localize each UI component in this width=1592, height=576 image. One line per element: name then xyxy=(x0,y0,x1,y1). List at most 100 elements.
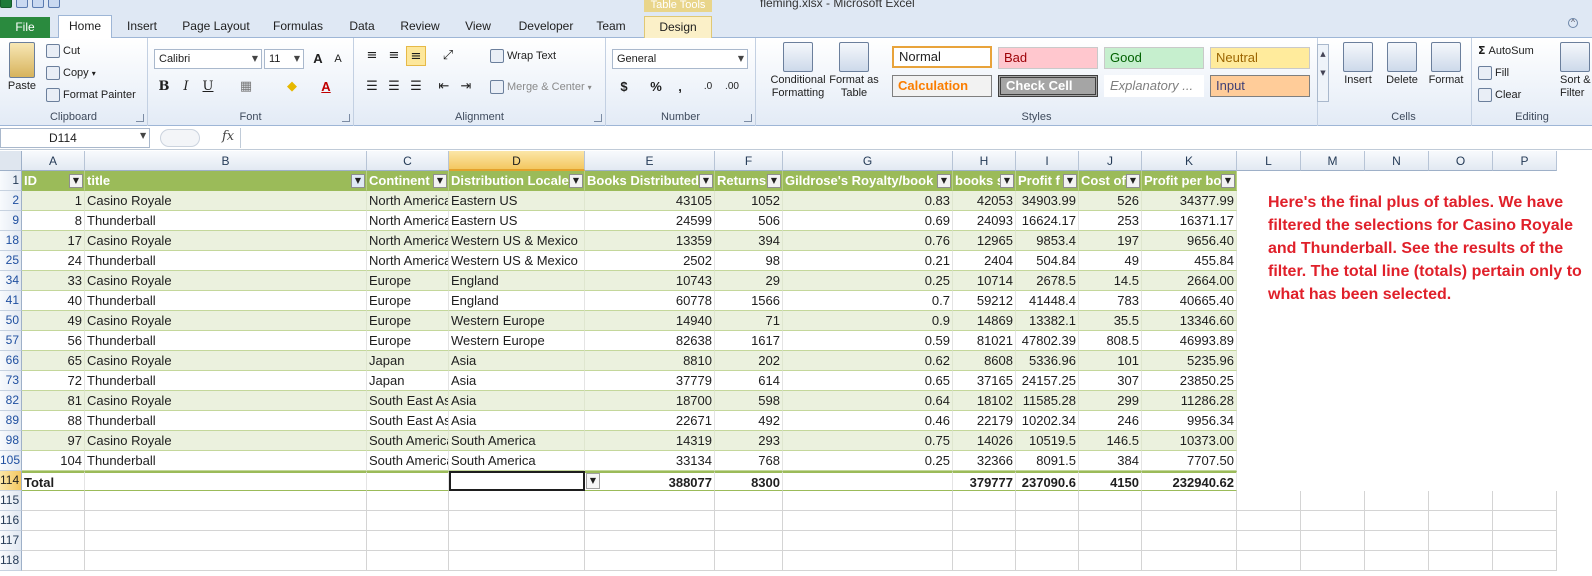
row-header[interactable]: 25 xyxy=(0,251,22,271)
cell-i[interactable]: 47802.39 xyxy=(1016,331,1079,351)
cell-a[interactable]: 65 xyxy=(22,351,85,371)
cell-k[interactable]: 2664.00 xyxy=(1142,271,1237,291)
cell-g[interactable]: 0.75 xyxy=(783,431,953,451)
cell-g[interactable]: 0.7 xyxy=(783,291,953,311)
cell-e[interactable]: 388077 xyxy=(585,471,715,491)
clear-button[interactable]: Clear xyxy=(1478,88,1521,102)
cell-i[interactable]: Profit f ▼ xyxy=(1016,171,1079,191)
cell-k[interactable]: 7707.50 xyxy=(1142,451,1237,471)
cell-b[interactable]: Thunderball xyxy=(85,371,367,391)
cell-a[interactable] xyxy=(22,531,85,551)
row-header[interactable]: 66 xyxy=(0,351,22,371)
cell-f[interactable] xyxy=(715,491,783,511)
cell-c[interactable]: Japan xyxy=(367,371,449,391)
cell-i[interactable]: 10519.5 xyxy=(1016,431,1079,451)
cell-c[interactable]: North America xyxy=(367,191,449,211)
cell-h[interactable]: 81021 xyxy=(953,331,1016,351)
align-center-icon[interactable]: ☰ xyxy=(384,77,404,97)
cell-h[interactable] xyxy=(953,531,1016,551)
style-check-cell[interactable]: Check Cell xyxy=(998,75,1098,97)
cell-f[interactable]: 1052 xyxy=(715,191,783,211)
cell-a[interactable]: 56 xyxy=(22,331,85,351)
cell-g[interactable]: 0.25 xyxy=(783,451,953,471)
cell-g[interactable]: 0.69 xyxy=(783,211,953,231)
cell-h[interactable]: books s ▼ xyxy=(953,171,1016,191)
cell-e[interactable]: 82638 xyxy=(585,331,715,351)
formula-input[interactable] xyxy=(240,128,1592,148)
cell-f[interactable]: 29 xyxy=(715,271,783,291)
cell-d[interactable] xyxy=(449,491,585,511)
cell-e[interactable]: 2502 xyxy=(585,251,715,271)
row-header[interactable]: 18 xyxy=(0,231,22,251)
shrink-font-button[interactable]: A xyxy=(328,49,348,69)
cell-k[interactable]: 9656.40 xyxy=(1142,231,1237,251)
cell-d[interactable]: Asia xyxy=(449,371,585,391)
cell-o[interactable] xyxy=(1429,551,1493,571)
cell-b[interactable]: Casino Royale xyxy=(85,431,367,451)
save-icon[interactable] xyxy=(16,0,28,8)
cell-i[interactable]: 8091.5 xyxy=(1016,451,1079,471)
format-as-table-button[interactable]: Format as Table xyxy=(828,42,880,100)
cell-j[interactable] xyxy=(1079,551,1142,571)
row-header[interactable]: 73 xyxy=(0,371,22,391)
cell-l[interactable] xyxy=(1237,511,1301,531)
align-left-icon[interactable]: ☰ xyxy=(362,77,382,97)
row-header[interactable]: 34 xyxy=(0,271,22,291)
cell-k[interactable]: 34377.99 xyxy=(1142,191,1237,211)
cell-b[interactable]: Casino Royale xyxy=(85,351,367,371)
column-header-p[interactable]: P xyxy=(1493,151,1557,171)
cell-k[interactable] xyxy=(1142,511,1237,531)
cell-d[interactable]: England xyxy=(449,291,585,311)
cell-a[interactable] xyxy=(22,491,85,511)
cell-p[interactable] xyxy=(1493,531,1557,551)
cell-j[interactable]: 299 xyxy=(1079,391,1142,411)
cell-j[interactable]: 101 xyxy=(1079,351,1142,371)
cell-f[interactable]: 202 xyxy=(715,351,783,371)
filter-dropdown-icon[interactable]: ▼ xyxy=(1126,174,1140,188)
tab-review[interactable]: Review xyxy=(398,16,442,38)
cell-f[interactable]: 98 xyxy=(715,251,783,271)
cell-k[interactable]: 23850.25 xyxy=(1142,371,1237,391)
cell-c[interactable] xyxy=(367,511,449,531)
insert-cells-button[interactable]: Insert xyxy=(1338,42,1378,87)
cell-b[interactable]: title ▼ xyxy=(85,171,367,191)
style-input[interactable]: Input xyxy=(1210,75,1310,97)
cell-i[interactable]: 24157.25 xyxy=(1016,371,1079,391)
currency-button[interactable]: $ xyxy=(614,77,634,97)
cell-f[interactable]: 492 xyxy=(715,411,783,431)
chevron-down-icon[interactable]: ▼ xyxy=(140,131,146,140)
cell-h[interactable]: 10714 xyxy=(953,271,1016,291)
cell-g[interactable]: 0.21 xyxy=(783,251,953,271)
cut-button[interactable]: Cut xyxy=(46,44,80,58)
cell-k[interactable]: 9956.34 xyxy=(1142,411,1237,431)
cell-a[interactable]: 8 xyxy=(22,211,85,231)
cell-m[interactable] xyxy=(1301,511,1365,531)
cell-b[interactable] xyxy=(85,551,367,571)
filter-active-icon[interactable]: ▼ xyxy=(351,174,365,188)
cell-j[interactable]: 146.5 xyxy=(1079,431,1142,451)
tab-home[interactable]: Home xyxy=(58,15,112,38)
cell-d[interactable] xyxy=(449,531,585,551)
cell-j[interactable]: 253 xyxy=(1079,211,1142,231)
cell-j[interactable]: 49 xyxy=(1079,251,1142,271)
cell-a[interactable]: 33 xyxy=(22,271,85,291)
cell-h[interactable] xyxy=(953,511,1016,531)
style-neutral[interactable]: Neutral xyxy=(1210,47,1310,69)
row-header[interactable]: 116 xyxy=(0,511,22,531)
cell-f[interactable]: 1617 xyxy=(715,331,783,351)
column-header-a[interactable]: A xyxy=(22,151,85,171)
cell-h[interactable]: 37165 xyxy=(953,371,1016,391)
cell-o[interactable] xyxy=(1429,531,1493,551)
cell-b[interactable] xyxy=(85,491,367,511)
cell-g[interactable]: Gildrose's Royalty/book ▼ xyxy=(783,171,953,191)
cell-h[interactable]: 8608 xyxy=(953,351,1016,371)
row-header[interactable]: 82 xyxy=(0,391,22,411)
wrap-text-button[interactable]: Wrap Text xyxy=(490,49,556,63)
filter-dropdown-icon[interactable]: ▼ xyxy=(937,174,951,188)
cell-g[interactable] xyxy=(783,511,953,531)
cell-i[interactable]: 16624.17 xyxy=(1016,211,1079,231)
row-header[interactable]: 50 xyxy=(0,311,22,331)
cell-k[interactable] xyxy=(1142,551,1237,571)
cell-b[interactable] xyxy=(85,531,367,551)
column-header-g[interactable]: G xyxy=(783,151,953,171)
